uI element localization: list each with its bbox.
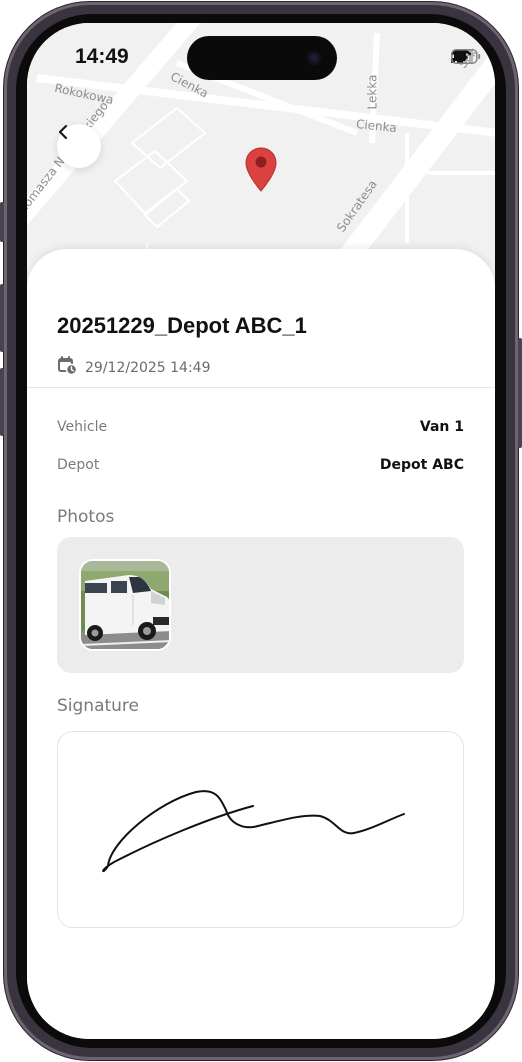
- divider: [27, 387, 495, 388]
- photos-gallery: [57, 537, 464, 673]
- map-view[interactable]: Rokokowa Cienka Lekka Cienka Tomasza Noc…: [27, 23, 495, 285]
- van-photo: [81, 561, 169, 649]
- depot-value: Depot ABC: [379, 457, 464, 473]
- power-button: [518, 338, 522, 448]
- vehicle-value: Van 1: [419, 419, 464, 435]
- volume-down-button: [0, 368, 4, 436]
- signature-box: [57, 731, 464, 928]
- screen: Rokokowa Cienka Lekka Cienka Tomasza Noc…: [27, 23, 495, 1039]
- depot-label: Depot: [57, 457, 100, 473]
- record-datetime: 29/12/2025 14:49: [85, 359, 211, 376]
- details-sheet: 20251229_Depot ABC_1 29/12/2025 14:49 Ve…: [27, 249, 495, 1039]
- status-time: 14:49: [75, 45, 129, 68]
- street-label: Lekka: [365, 74, 380, 110]
- record-title: 20251229_Depot ABC_1: [57, 313, 307, 338]
- calendar-clock-icon: [57, 355, 78, 380]
- date-row: 29/12/2025 14:49: [57, 355, 211, 380]
- volume-up-button: [0, 284, 4, 352]
- signature-heading: Signature: [57, 696, 140, 716]
- back-button[interactable]: [57, 124, 101, 168]
- vehicle-label: Vehicle: [57, 419, 108, 435]
- dynamic-island: [187, 36, 337, 80]
- action-button: [0, 202, 4, 242]
- photo-thumbnail[interactable]: [79, 559, 171, 651]
- photos-heading: Photos: [57, 507, 115, 527]
- front-camera: [307, 51, 321, 65]
- signature-drawing: [102, 790, 405, 873]
